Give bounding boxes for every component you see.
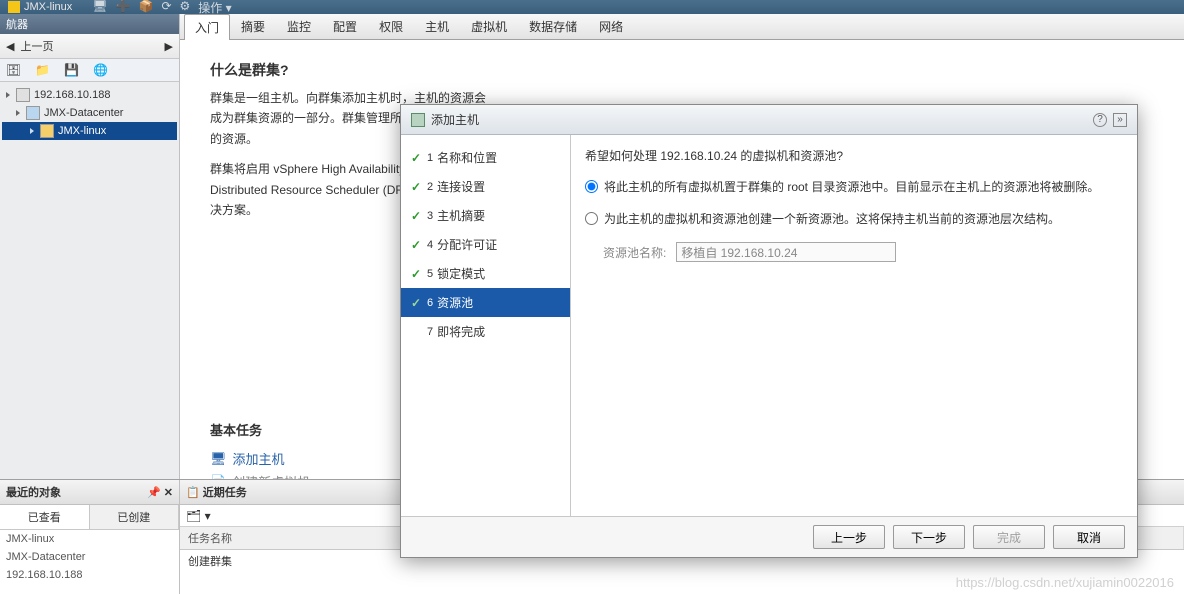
navigator-panel: 航器 ◀ 上一页 ▶ 🗄 📁 💾 🌐 192.168.10.188 JMX-Da… [0, 14, 180, 479]
help-icon[interactable]: ? [1093, 113, 1107, 127]
step-connection[interactable]: ✓2连接设置 [401, 172, 570, 201]
tab-monitor[interactable]: 监控 [276, 13, 322, 39]
tab-configure[interactable]: 配置 [322, 13, 368, 39]
back-arrow-icon: ◀ [6, 40, 14, 53]
next-button[interactable]: 下一步 [893, 525, 965, 549]
hosts-view-icon[interactable]: 🗄 [6, 63, 21, 77]
caret-icon [6, 92, 10, 98]
vms-view-icon[interactable]: 📁 [35, 63, 50, 77]
radio-root-pool[interactable] [585, 180, 598, 193]
tab-vms[interactable]: 虚拟机 [460, 13, 518, 39]
watermark: https://blog.csdn.net/xujiamin0022016 [956, 575, 1174, 590]
dialog-titlebar[interactable]: 添加主机 ? » [401, 105, 1137, 135]
recent-tab-created[interactable]: 已创建 [90, 505, 180, 529]
tree-node-datacenter[interactable]: JMX-Datacenter [2, 104, 177, 122]
navigator-toolbar: 🗄 📁 💾 🌐 [0, 59, 179, 82]
recent-objects-panel: 最近的对象 📌 ✕ 已查看 已创建 JMX-linux JMX-Datacent… [0, 480, 180, 594]
pool-name-label: 资源池名称: [603, 244, 666, 261]
step-ready[interactable]: ✓7即将完成 [401, 317, 570, 346]
cluster-icon [8, 1, 20, 13]
pool-name-input [676, 242, 896, 262]
caret-icon [30, 128, 34, 134]
dialog-title: 添加主机 [431, 111, 479, 128]
inventory-tree: 192.168.10.188 JMX-Datacenter JMX-linux [0, 82, 179, 144]
step-lockdown[interactable]: ✓5锁定模式 [401, 259, 570, 288]
option-root-pool[interactable]: 将此主机的所有虚拟机置于群集的 root 目录资源池中。目前显示在主机上的资源池… [585, 178, 1123, 196]
recent-item[interactable]: 192.168.10.188 [0, 566, 179, 584]
radio-new-pool[interactable] [585, 212, 598, 225]
wizard-content: 希望如何处理 192.168.10.24 的虚拟机和资源池? 将此主机的所有虚拟… [571, 135, 1137, 516]
wizard-steps: ✓1名称和位置 ✓2连接设置 ✓3主机摘要 ✓4分配许可证 ✓5锁定模式 ✓6资… [401, 135, 571, 516]
back-button[interactable]: 上一步 [813, 525, 885, 549]
vcenter-icon [16, 88, 30, 102]
forward-arrow-icon[interactable]: ▶ [165, 40, 173, 53]
tree-node-vcenter[interactable]: 192.168.10.188 [2, 86, 177, 104]
recent-objects-header: 最近的对象 📌 ✕ [0, 480, 179, 505]
step-resource-pool[interactable]: ✓6资源池 [401, 288, 570, 317]
tab-hosts[interactable]: 主机 [414, 13, 460, 39]
expand-icon[interactable]: » [1113, 113, 1127, 127]
back-button[interactable]: ◀ 上一页 ▶ [0, 34, 179, 59]
tab-permissions[interactable]: 权限 [368, 13, 414, 39]
intro-title: 什么是群集? [210, 60, 1154, 80]
tree-node-cluster[interactable]: JMX-linux [2, 122, 177, 140]
cancel-button[interactable]: 取消 [1053, 525, 1125, 549]
storage-view-icon[interactable]: 💾 [64, 63, 79, 77]
add-host-icon: 🖥 [210, 451, 227, 467]
step-summary[interactable]: ✓3主机摘要 [401, 201, 570, 230]
tab-summary[interactable]: 摘要 [230, 13, 276, 39]
step-license[interactable]: ✓4分配许可证 [401, 230, 570, 259]
recent-item[interactable]: JMX-Datacenter [0, 548, 179, 566]
tab-getting-started[interactable]: 入门 [184, 14, 230, 40]
recent-item[interactable]: JMX-linux [0, 530, 179, 548]
network-view-icon[interactable]: 🌐 [93, 63, 108, 77]
object-header: JMX-linux 🖥 ➕ 📦 ⟳ ⚙ 操作 ▾ [0, 0, 1184, 14]
finish-button: 完成 [973, 525, 1045, 549]
step-name-location[interactable]: ✓1名称和位置 [401, 143, 570, 172]
question-text: 希望如何处理 192.168.10.24 的虚拟机和资源池? [585, 147, 1123, 164]
cluster-icon [40, 124, 54, 138]
caret-icon [16, 110, 20, 116]
recent-tab-viewed[interactable]: 已查看 [0, 505, 90, 529]
pin-icon[interactable]: 📌 [147, 487, 161, 499]
datacenter-icon [26, 106, 40, 120]
host-icon [411, 113, 425, 127]
close-icon[interactable]: ✕ [164, 487, 173, 499]
tab-networks[interactable]: 网络 [588, 13, 634, 39]
tab-bar: 入门 摘要 监控 配置 权限 主机 虚拟机 数据存储 网络 [180, 14, 1184, 40]
add-host-dialog: 添加主机 ? » ✓1名称和位置 ✓2连接设置 ✓3主机摘要 ✓4分配许可证 ✓… [400, 104, 1138, 558]
navigator-title: 航器 [0, 14, 179, 34]
dialog-footer: 上一步 下一步 完成 取消 [401, 516, 1137, 557]
option-new-pool[interactable]: 为此主机的虚拟机和资源池创建一个新资源池。这将保持主机当前的资源池层次结构。 [585, 210, 1123, 228]
filter-icon[interactable]: 🗂 ▾ [186, 509, 211, 523]
tab-datastores[interactable]: 数据存储 [518, 13, 588, 39]
cluster-name: JMX-linux [24, 1, 72, 13]
